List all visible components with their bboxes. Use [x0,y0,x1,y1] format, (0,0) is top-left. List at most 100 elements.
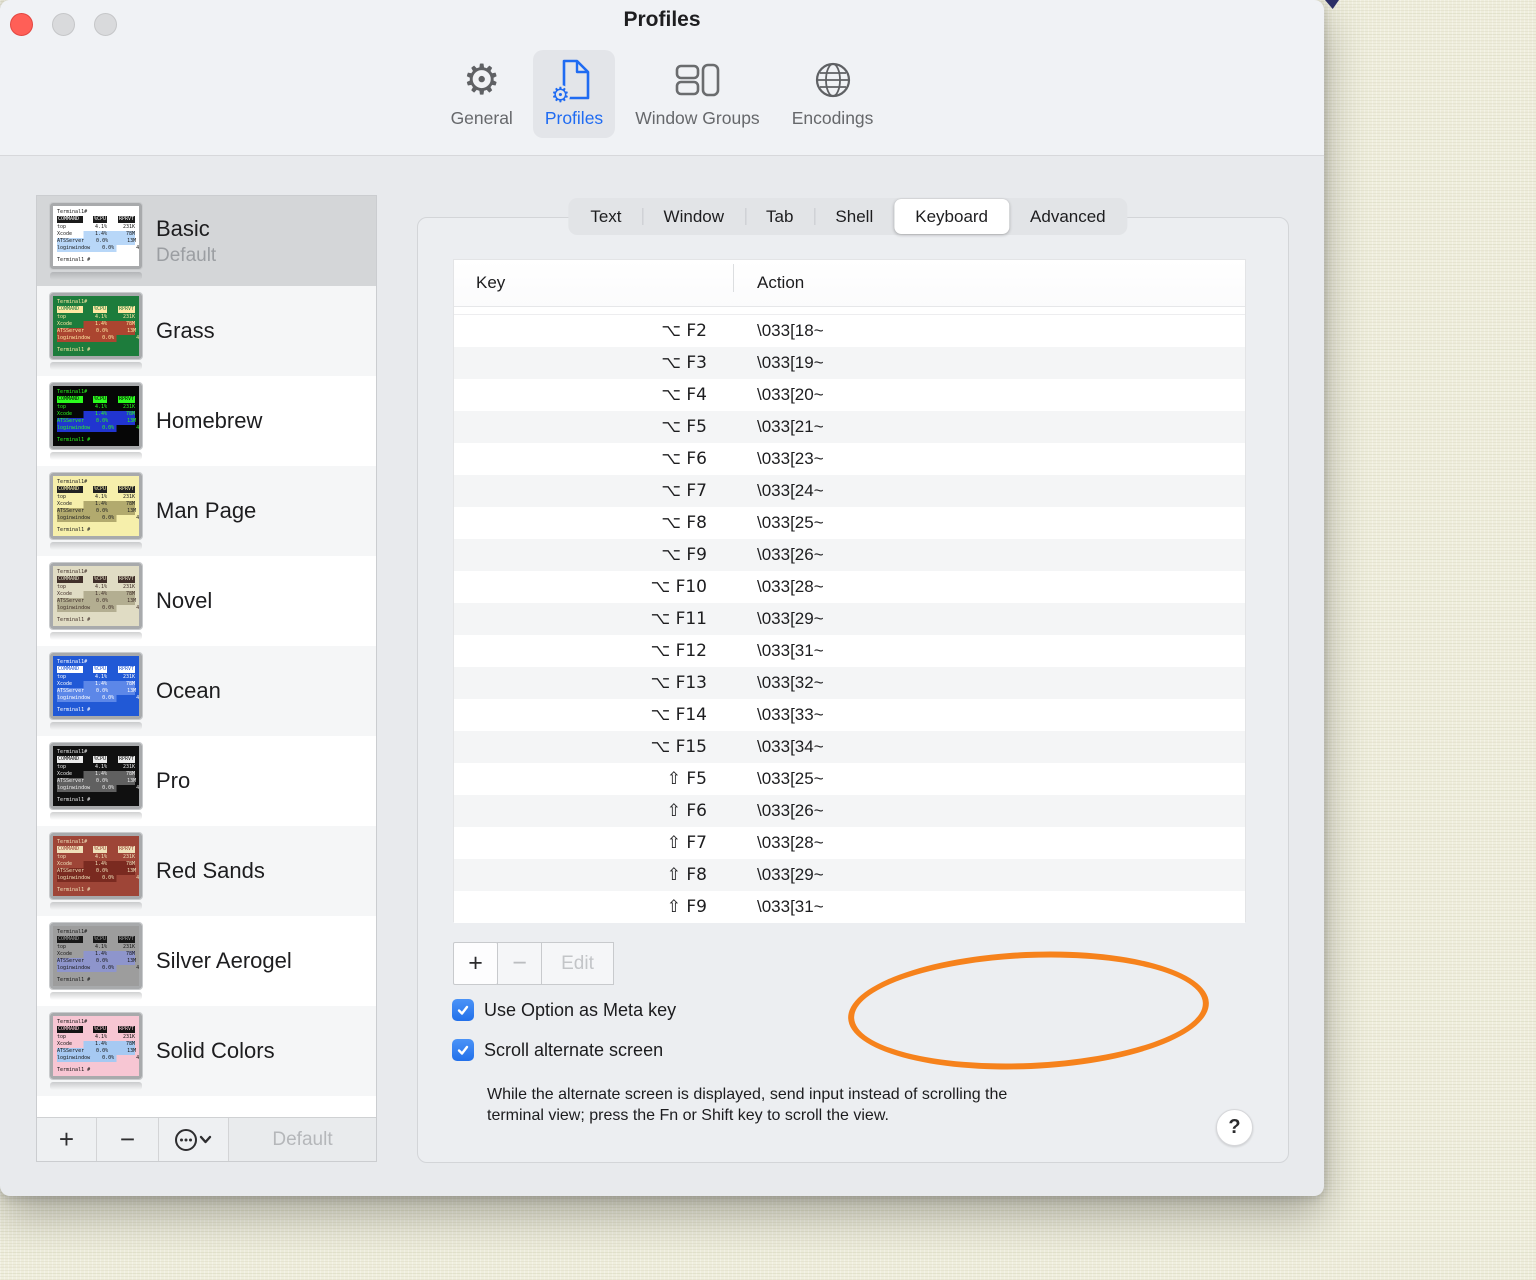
key-binding-row[interactable]: ⌥ F4 \033[20~ [454,379,1245,411]
key-binding-row[interactable]: ⌥ F14 \033[33~ [454,699,1245,731]
table-edit-buttons: + − Edit [453,942,614,985]
edit-key-button[interactable]: Edit [541,942,614,985]
action-cell: \033[26~ [757,801,824,820]
key-binding-row[interactable]: ⌥ F3 \033[19~ [454,347,1245,379]
tab-text[interactable]: Text [569,199,642,234]
key-cell: ⇧ F6 [666,801,707,821]
action-cell: \033[18~ [757,321,824,340]
profile-name: Homebrew [156,408,263,433]
action-cell: \033[20~ [757,385,824,404]
key-cell: ⌥ F4 [661,385,707,405]
toolbar-button-encodings[interactable]: Encodings [780,50,886,138]
profile-row-solid-colors[interactable]: Terminal1# COMMAND %CPU RPRVT top 4.1% 231K … [37,1006,376,1096]
profile-row-silver-aerogel[interactable]: Terminal1# COMMAND %CPU RPRVT top 4.1% 231K … [37,916,376,1006]
profile-thumbnail: Terminal1# COMMAND %CPU RPRVT top 4.1% 231K … [49,471,143,550]
key-binding-row[interactable]: ⌥ F5 \033[21~ [454,411,1245,443]
profile-name: Man Page [156,498,257,523]
key-binding-row[interactable]: ⇧ F8 \033[29~ [454,859,1245,891]
help-button[interactable]: ? [1216,1109,1253,1146]
key-cell: ⌥ F14 [650,705,707,725]
key-bindings-table: Key Action ⌥ F2 \033[18~ ⌥ F3 \033[19~ ⌥… [453,259,1246,923]
key-binding-row[interactable]: ⇧ F5 \033[25~ [454,763,1245,795]
tab-label: Window [663,206,725,226]
profile-name: Solid Colors [156,1038,275,1063]
column-header-key[interactable]: Key [454,273,733,293]
key-cell: ⇧ F5 [666,769,707,789]
key-binding-row[interactable]: ⌥ F12 \033[31~ [454,635,1245,667]
globe-icon [811,57,855,103]
profile-row-novel[interactable]: Terminal1# COMMAND %CPU RPRVT top 4.1% 231K … [37,556,376,646]
key-binding-row[interactable]: ⌥ F8 \033[25~ [454,507,1245,539]
action-cell: \033[34~ [757,737,824,756]
action-cell: \033[29~ [757,865,824,884]
checkbox-label: Use Option as Meta key [484,999,677,1020]
action-cell: \033[29~ [757,609,824,628]
toolbar-label: Window Groups [635,108,760,128]
key-cell: ⇧ F9 [666,897,707,917]
profile-row-pro[interactable]: Terminal1# COMMAND %CPU RPRVT top 4.1% 231K … [37,736,376,826]
checkbox-checked-icon [452,1039,474,1061]
key-binding-row[interactable]: ⌥ F10 \033[28~ [454,571,1245,603]
key-binding-row[interactable]: ⇧ F7 \033[28~ [454,827,1245,859]
tab-window[interactable]: Window [642,199,745,234]
profile-row-grass[interactable]: Terminal1# COMMAND %CPU RPRVT top 4.1% 231K … [37,286,376,376]
remove-profile-button[interactable]: − [97,1118,159,1161]
profile-row-red-sands[interactable]: Terminal1# COMMAND %CPU RPRVT top 4.1% 231K … [37,826,376,916]
profile-thumbnail: Terminal1# COMMAND %CPU RPRVT top 4.1% 231K … [49,1011,143,1090]
tab-label: Keyboard [915,206,989,226]
toolbar-button-window-groups[interactable]: Window Groups [623,50,772,138]
profile-thumbnail: Terminal1# COMMAND %CPU RPRVT top 4.1% 231K … [49,741,143,820]
profile-name: Silver Aerogel [156,948,292,973]
key-cell: ⌥ F7 [661,481,707,501]
profile-row-basic[interactable]: Terminal1# COMMAND %CPU RPRVT top 4.1% 231K … [37,196,376,286]
profile-thumbnail: Terminal1# COMMAND %CPU RPRVT top 4.1% 231K … [49,291,143,370]
column-header-action[interactable]: Action [733,264,1245,293]
default-button[interactable]: Default [229,1118,376,1161]
profile-row-ocean[interactable]: Terminal1# COMMAND %CPU RPRVT top 4.1% 231K … [37,646,376,736]
profile-name: Ocean [156,678,221,703]
action-cell: \033[28~ [757,833,824,852]
add-profile-button[interactable]: + [37,1118,97,1161]
profile-name: Grass [156,318,215,343]
tab-advanced[interactable]: Advanced [1009,199,1127,234]
window-title: Profiles [623,8,701,31]
tab-label: Text [590,206,622,226]
profile-row-man-page[interactable]: Terminal1# COMMAND %CPU RPRVT top 4.1% 231K … [37,466,376,556]
action-cell: \033[25~ [757,513,824,532]
key-binding-row[interactable]: ⌥ F15 \033[34~ [454,731,1245,763]
profile-thumbnail: Terminal1# COMMAND %CPU RPRVT top 4.1% 231K … [49,921,143,1000]
terminal-preferences-window: Profiles ⚙ General ⚙ Profiles Window Gro… [0,0,1324,1196]
use-option-as-meta-checkbox[interactable]: Use Option as Meta key [452,999,676,1021]
scroll-alternate-screen-checkbox[interactable]: Scroll alternate screen [452,1039,663,1061]
key-binding-row[interactable]: ⌥ F9 \033[26~ [454,539,1245,571]
key-binding-row[interactable]: ⌥ F13 \033[32~ [454,667,1245,699]
toolbar-button-general[interactable]: ⚙ General [439,50,525,138]
remove-key-button[interactable]: − [497,942,542,985]
profile-thumbnail: Terminal1# COMMAND %CPU RPRVT top 4.1% 231K … [49,561,143,640]
key-cell: ⌥ F6 [661,449,707,469]
window-groups-icon [674,57,720,103]
key-binding-row[interactable]: ⌥ F2 \033[18~ [454,315,1245,347]
profile-thumbnail: Terminal1# COMMAND %CPU RPRVT top 4.1% 231K … [49,381,143,460]
tab-tab[interactable]: Tab [745,199,814,234]
checkbox-label: Scroll alternate screen [484,1039,664,1060]
key-binding-row[interactable]: ⇧ F6 \033[26~ [454,795,1245,827]
action-cell: \033[26~ [757,545,824,564]
tab-label: Tab [766,206,794,226]
add-key-button[interactable]: + [453,942,498,985]
toolbar-button-profiles[interactable]: ⚙ Profiles [532,50,616,138]
profile-row-homebrew[interactable]: Terminal1# COMMAND %CPU RPRVT top 4.1% 231K … [37,376,376,466]
tab-shell[interactable]: Shell [814,199,894,234]
toolbar: ⚙ General ⚙ Profiles Window Groups Encod… [0,50,1324,138]
key-cell: ⌥ F12 [650,641,707,661]
ellipsis-circle-chevron-icon [174,1128,211,1151]
tab-keyboard[interactable]: Keyboard [894,199,1010,234]
profile-default-badge: Default [156,244,217,266]
key-binding-row[interactable]: ⌥ F11 \033[29~ [454,603,1245,635]
key-binding-row[interactable]: ⌥ F6 \033[23~ [454,443,1245,475]
key-binding-row[interactable]: ⇧ F9 \033[31~ [454,891,1245,923]
tab-label: Advanced [1030,206,1106,226]
toolbar-label: Profiles [544,108,604,128]
key-binding-row[interactable]: ⌥ F7 \033[24~ [454,475,1245,507]
profile-actions-menu-button[interactable] [159,1118,229,1161]
